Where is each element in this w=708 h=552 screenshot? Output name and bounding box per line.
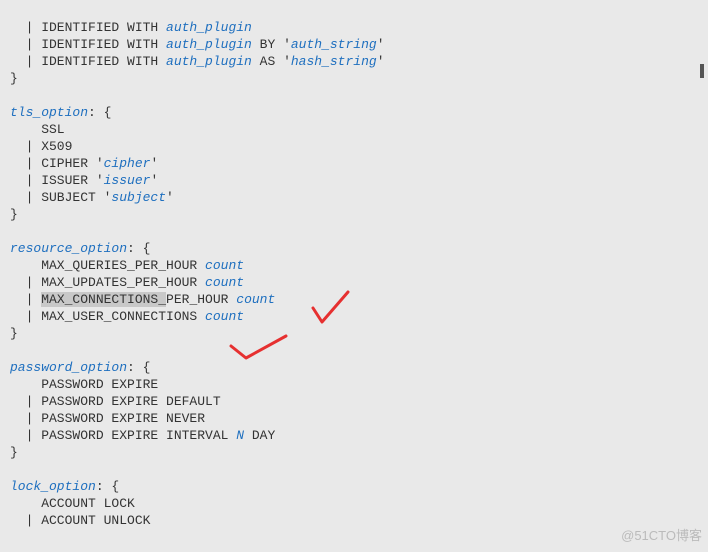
code-line: PASSWORD EXPIRE — [10, 377, 158, 392]
blank-line — [10, 343, 18, 358]
param-count: count — [236, 292, 275, 307]
code-line: | ISSUER ' — [10, 173, 104, 188]
param-count: count — [205, 258, 244, 273]
blank-line — [10, 224, 18, 239]
code-line: ACCOUNT LOCK — [10, 496, 135, 511]
code-line: | PASSWORD EXPIRE INTERVAL — [10, 428, 236, 443]
code-line: ' — [150, 173, 158, 188]
section-resource-option: resource_option — [10, 241, 127, 256]
param-subject: subject — [111, 190, 166, 205]
param-auth-string: auth_string — [291, 37, 377, 52]
watermark-text: @51CTO博客 — [621, 527, 702, 544]
code-line: | IDENTIFIED WITH — [10, 20, 166, 35]
code-line: | MAX_USER_CONNECTIONS — [10, 309, 205, 324]
param-issuer: issuer — [104, 173, 151, 188]
code-line: | IDENTIFIED WITH — [10, 37, 166, 52]
section-tls-option: tls_option — [10, 105, 88, 120]
code-line: | PASSWORD EXPIRE NEVER — [10, 411, 205, 426]
code-line: DAY — [244, 428, 275, 443]
blank-line — [10, 88, 18, 103]
code-line: SSL — [10, 122, 65, 137]
brace-open: : { — [88, 105, 111, 120]
code-line: | — [10, 292, 41, 307]
param-count: count — [205, 309, 244, 324]
code-line: | ACCOUNT UNLOCK — [10, 513, 150, 528]
code-line: | IDENTIFIED WITH — [10, 54, 166, 69]
param-n: N — [236, 428, 244, 443]
section-lock-option: lock_option — [10, 479, 96, 494]
param-auth-plugin: auth_plugin — [166, 20, 252, 35]
code-line: ' — [150, 156, 158, 171]
highlighted-text: MAX_CONNECTIONS_ — [41, 292, 166, 307]
scrollbar-mark — [700, 64, 704, 78]
code-line: | SUBJECT ' — [10, 190, 111, 205]
code-line: | PASSWORD EXPIRE DEFAULT — [10, 394, 221, 409]
syntax-code-block: | IDENTIFIED WITH auth_plugin | IDENTIFI… — [0, 0, 708, 531]
brace-close: } — [10, 445, 18, 460]
brace-close: } — [10, 326, 18, 341]
code-line: | CIPHER ' — [10, 156, 104, 171]
brace-close: } — [10, 71, 18, 86]
section-password-option: password_option — [10, 360, 127, 375]
brace-close: } — [10, 207, 18, 222]
param-cipher: cipher — [104, 156, 151, 171]
param-hash-string: hash_string — [291, 54, 377, 69]
code-line: | X509 — [10, 139, 72, 154]
code-line: | MAX_UPDATES_PER_HOUR — [10, 275, 205, 290]
code-line: PER_HOUR — [166, 292, 236, 307]
brace-open: : { — [96, 479, 119, 494]
brace-open: : { — [127, 360, 150, 375]
code-line: BY ' — [252, 37, 291, 52]
param-count: count — [205, 275, 244, 290]
brace-open: : { — [127, 241, 150, 256]
code-line: AS ' — [252, 54, 291, 69]
code-line: ' — [377, 37, 385, 52]
code-line: MAX_QUERIES_PER_HOUR — [10, 258, 205, 273]
param-auth-plugin: auth_plugin — [166, 37, 252, 52]
code-line: ' — [166, 190, 174, 205]
blank-line — [10, 462, 18, 477]
param-auth-plugin: auth_plugin — [166, 54, 252, 69]
code-line: ' — [377, 54, 385, 69]
